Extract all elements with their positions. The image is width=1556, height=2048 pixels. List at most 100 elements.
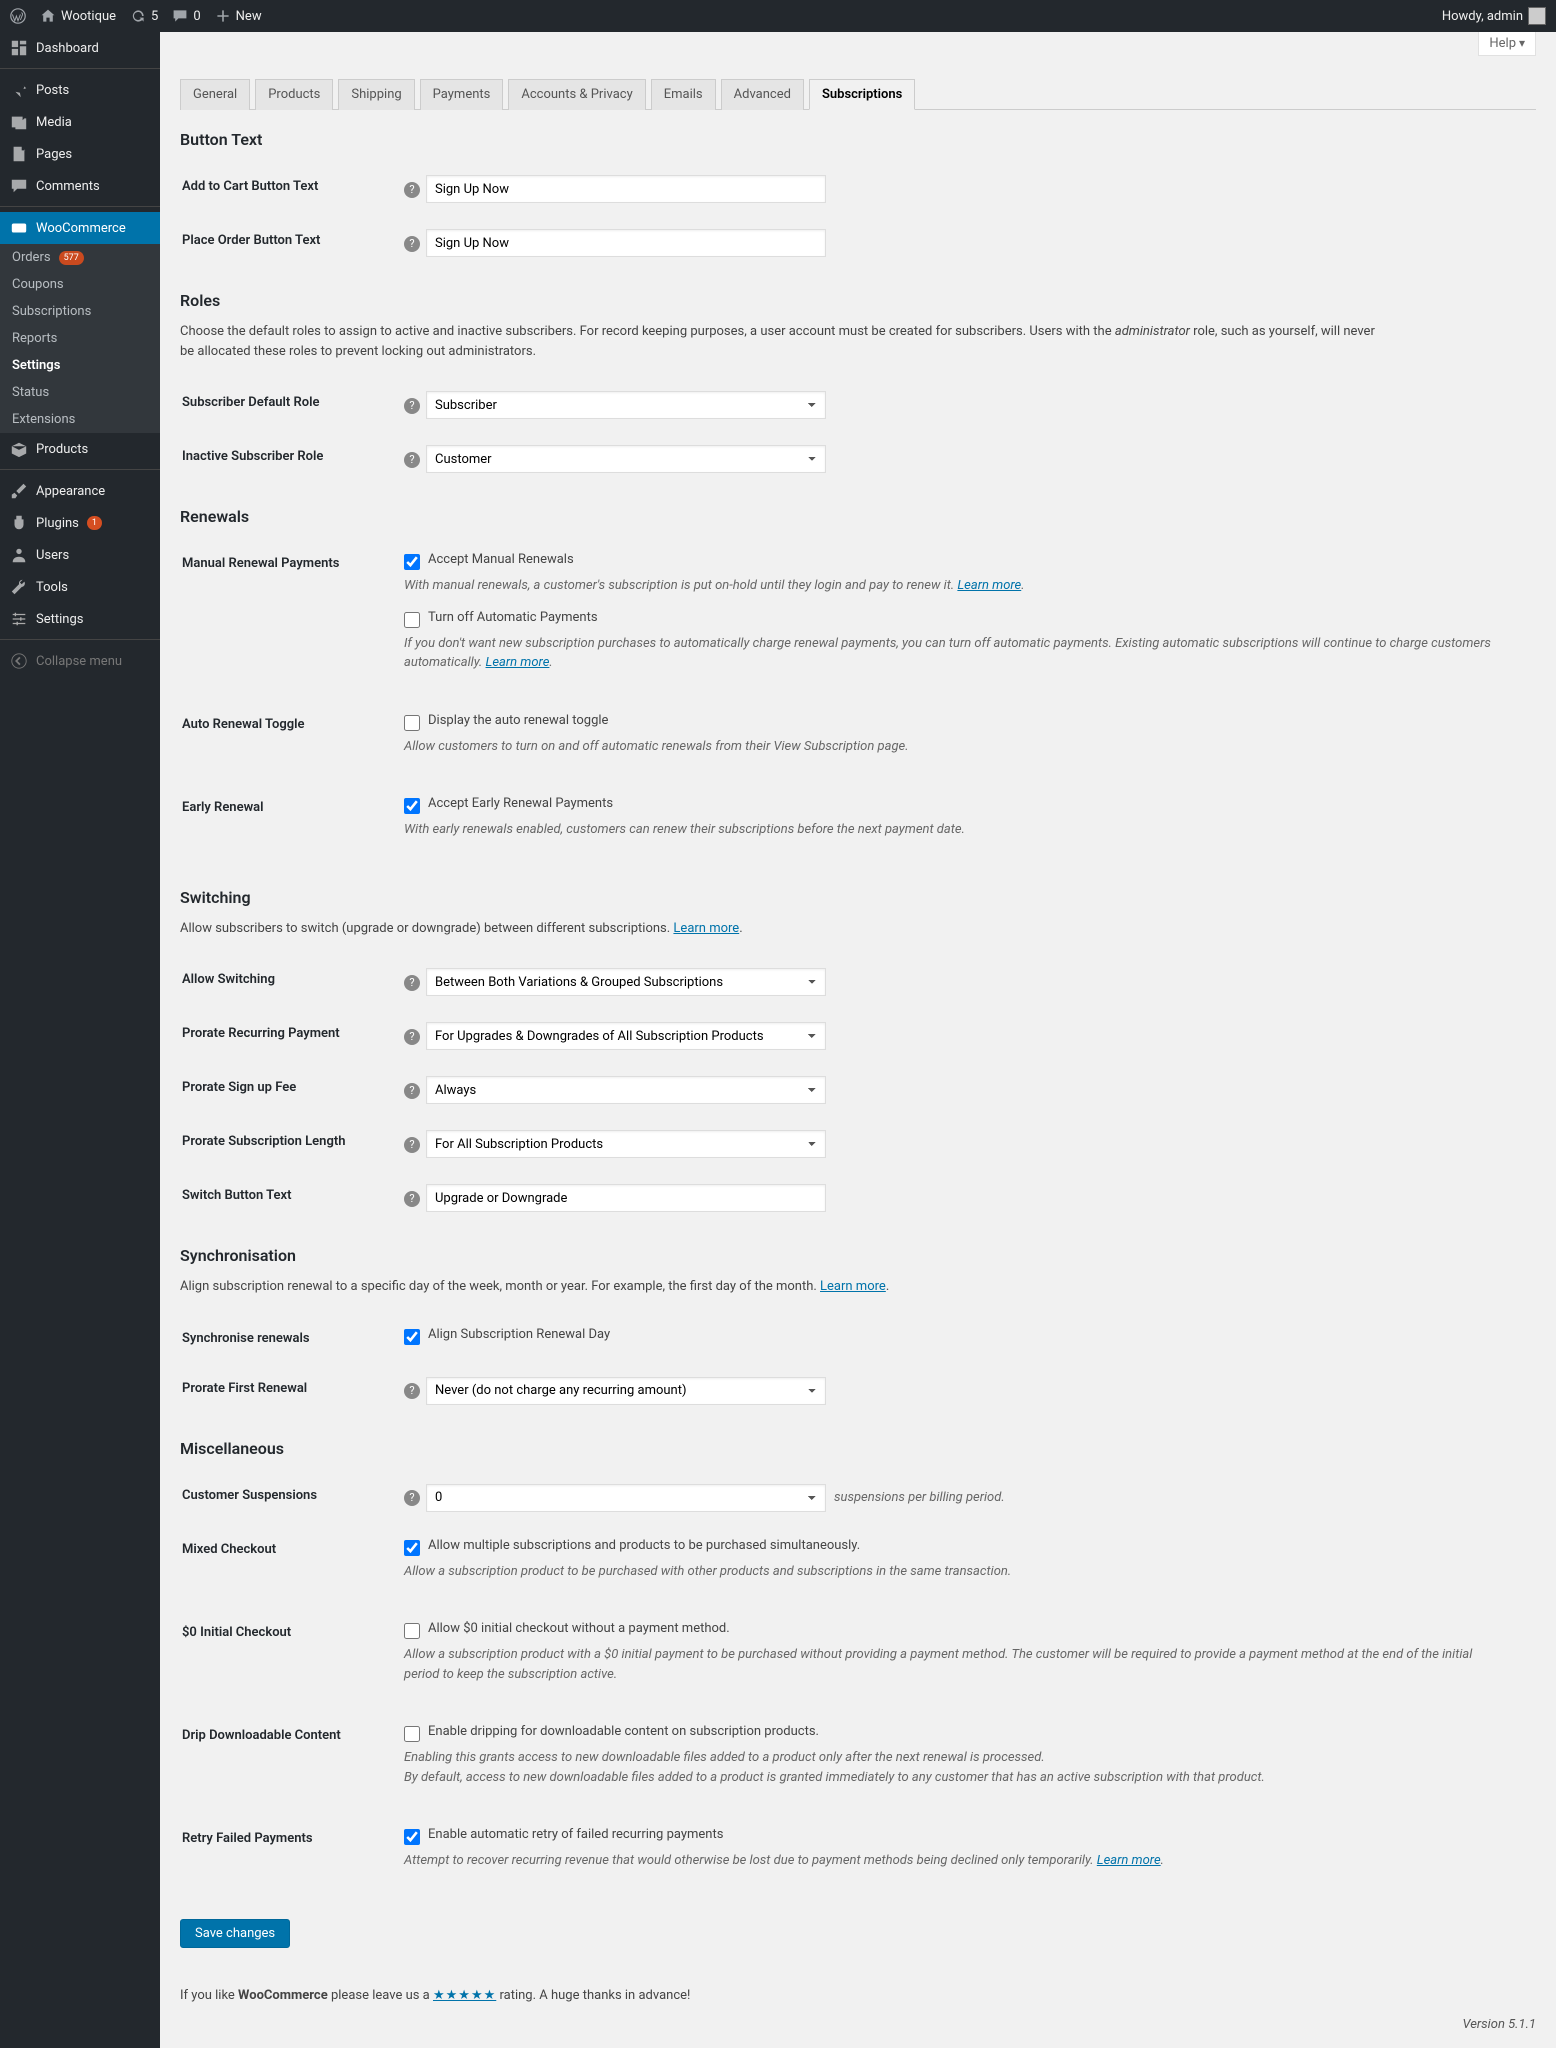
label-retry: Retry Failed Payments: [182, 1815, 402, 1897]
help-icon[interactable]: ?: [404, 1490, 420, 1506]
retry-checkbox[interactable]: Enable automatic retry of failed recurri…: [404, 1827, 1534, 1845]
tab-payments[interactable]: Payments: [420, 79, 504, 110]
sidebar-item-reports[interactable]: Reports: [0, 325, 160, 352]
tab-emails[interactable]: Emails: [651, 79, 716, 110]
manual-desc: With manual renewals, a customer's subsc…: [404, 576, 1504, 596]
home-icon: [40, 8, 56, 24]
sidebar-item-woocommerce[interactable]: WooCommerce: [0, 212, 160, 244]
allow-switch-select[interactable]: Between Both Variations & Grouped Subscr…: [426, 968, 826, 996]
help-icon[interactable]: ?: [404, 1029, 420, 1045]
learn-more-link[interactable]: Learn more: [1097, 1853, 1161, 1868]
mixed-checkbox[interactable]: Allow multiple subscriptions and product…: [404, 1538, 1534, 1556]
sidebar-item-subscriptions[interactable]: Subscriptions: [0, 298, 160, 325]
rating-link[interactable]: ★★★★★: [433, 1988, 496, 2003]
sub-default-role-select[interactable]: Subscriber: [426, 391, 826, 419]
prorate-recur-select[interactable]: For Upgrades & Downgrades of All Subscri…: [426, 1022, 826, 1050]
help-icon[interactable]: ?: [404, 1137, 420, 1153]
products-icon: [10, 440, 28, 458]
sidebar-item-comments[interactable]: Comments: [0, 170, 160, 202]
label-sub-default-role: Subscriber Default Role: [182, 379, 402, 431]
admin-toolbar: Wootique 5 0 New Howdy, admin: [0, 0, 1556, 32]
help-icon[interactable]: ?: [404, 452, 420, 468]
tab-shipping[interactable]: Shipping: [338, 79, 414, 110]
drip-checkbox[interactable]: Enable dripping for downloadable content…: [404, 1724, 1534, 1742]
sidebar-item-settings[interactable]: Settings: [0, 352, 160, 379]
learn-more-link[interactable]: Learn more: [820, 1279, 886, 1294]
settings-icon: [10, 610, 28, 628]
sidebar-item-products[interactable]: Products: [0, 433, 160, 465]
label-switch-btn: Switch Button Text: [182, 1172, 402, 1224]
prorate-signup-select[interactable]: Always: [426, 1076, 826, 1104]
users-icon: [10, 546, 28, 564]
place-order-input[interactable]: [426, 229, 826, 257]
prorate-length-select[interactable]: For All Subscription Products: [426, 1130, 826, 1158]
sidebar-item-extensions[interactable]: Extensions: [0, 406, 160, 433]
dashboard-icon: [10, 39, 28, 57]
site-link[interactable]: Wootique: [40, 8, 116, 24]
help-tab[interactable]: Help ▾: [1478, 32, 1536, 56]
tab-products[interactable]: Products: [255, 79, 333, 110]
help-icon[interactable]: ?: [404, 1191, 420, 1207]
tab-accounts[interactable]: Accounts & Privacy: [508, 79, 645, 110]
prorate-first-select[interactable]: Never (do not charge any recurring amoun…: [426, 1377, 826, 1405]
add-to-cart-input[interactable]: [426, 175, 826, 203]
help-icon[interactable]: ?: [404, 398, 420, 414]
sidebar-item-users[interactable]: Users: [0, 539, 160, 571]
sidebar-item-status[interactable]: Status: [0, 379, 160, 406]
sync-desc: Align subscription renewal to a specific…: [180, 1277, 1380, 1297]
sidebar-item-appearance[interactable]: Appearance: [0, 475, 160, 507]
label-cust-susp: Customer Suspensions: [182, 1472, 402, 1524]
zero-desc: Allow a subscription product with a $0 i…: [404, 1645, 1504, 1684]
collapse-icon: [10, 652, 28, 670]
help-icon[interactable]: ?: [404, 975, 420, 991]
tab-subscriptions[interactable]: Subscriptions: [809, 79, 915, 110]
howdy-link[interactable]: Howdy, admin: [1442, 7, 1546, 25]
help-icon[interactable]: ?: [404, 182, 420, 198]
tab-advanced[interactable]: Advanced: [721, 79, 804, 110]
sidebar-item-coupons[interactable]: Coupons: [0, 271, 160, 298]
sidebar-item-wp-settings[interactable]: Settings: [0, 603, 160, 635]
new-link[interactable]: New: [215, 8, 262, 24]
sidebar-item-posts[interactable]: Posts: [0, 74, 160, 106]
label-place-order: Place Order Button Text: [182, 217, 402, 269]
orders-badge: 577: [59, 251, 84, 265]
accept-manual-checkbox[interactable]: Accept Manual Renewals: [404, 552, 1534, 570]
label-drip: Drip Downloadable Content: [182, 1712, 402, 1813]
collapse-menu[interactable]: Collapse menu: [0, 645, 160, 677]
learn-more-link[interactable]: Learn more: [957, 578, 1021, 593]
section-switching: Switching: [180, 888, 1536, 907]
save-button[interactable]: Save changes: [180, 1919, 290, 1948]
inactive-role-select[interactable]: Customer: [426, 445, 826, 473]
cust-susp-select[interactable]: 0: [426, 1484, 826, 1512]
label-early-renew: Early Renewal: [182, 784, 402, 866]
tab-general[interactable]: General: [180, 79, 250, 110]
sidebar-item-orders[interactable]: Orders 577: [0, 244, 160, 271]
wp-logo[interactable]: [10, 8, 26, 24]
sidebar-item-media[interactable]: Media: [0, 106, 160, 138]
turnoff-auto-checkbox[interactable]: Turn off Automatic Payments: [404, 610, 1534, 628]
avatar: [1528, 7, 1546, 25]
label-prorate-length: Prorate Subscription Length: [182, 1118, 402, 1170]
comments-link[interactable]: 0: [172, 8, 200, 24]
plus-icon: [215, 8, 231, 24]
help-icon[interactable]: ?: [404, 1083, 420, 1099]
zero-checkbox[interactable]: Allow $0 initial checkout without a paym…: [404, 1621, 1534, 1639]
sidebar-item-tools[interactable]: Tools: [0, 571, 160, 603]
sidebar-item-plugins[interactable]: Plugins 1: [0, 507, 160, 539]
drip-desc: Enabling this grants access to new downl…: [404, 1748, 1504, 1787]
label-add-to-cart: Add to Cart Button Text: [182, 163, 402, 215]
help-icon[interactable]: ?: [404, 236, 420, 252]
sidebar-item-pages[interactable]: Pages: [0, 138, 160, 170]
align-day-checkbox[interactable]: Align Subscription Renewal Day: [404, 1327, 1534, 1345]
brush-icon: [10, 482, 28, 500]
updates-link[interactable]: 5: [130, 8, 158, 24]
learn-more-link[interactable]: Learn more: [486, 655, 550, 670]
sidebar-item-dashboard[interactable]: Dashboard: [0, 32, 160, 64]
section-misc: Miscellaneous: [180, 1439, 1536, 1458]
help-icon[interactable]: ?: [404, 1383, 420, 1399]
learn-more-link[interactable]: Learn more: [673, 921, 739, 936]
mixed-desc: Allow a subscription product to be purch…: [404, 1562, 1504, 1582]
switch-btn-input[interactable]: [426, 1184, 826, 1212]
display-toggle-checkbox[interactable]: Display the auto renewal toggle: [404, 713, 1534, 731]
accept-early-checkbox[interactable]: Accept Early Renewal Payments: [404, 796, 1534, 814]
